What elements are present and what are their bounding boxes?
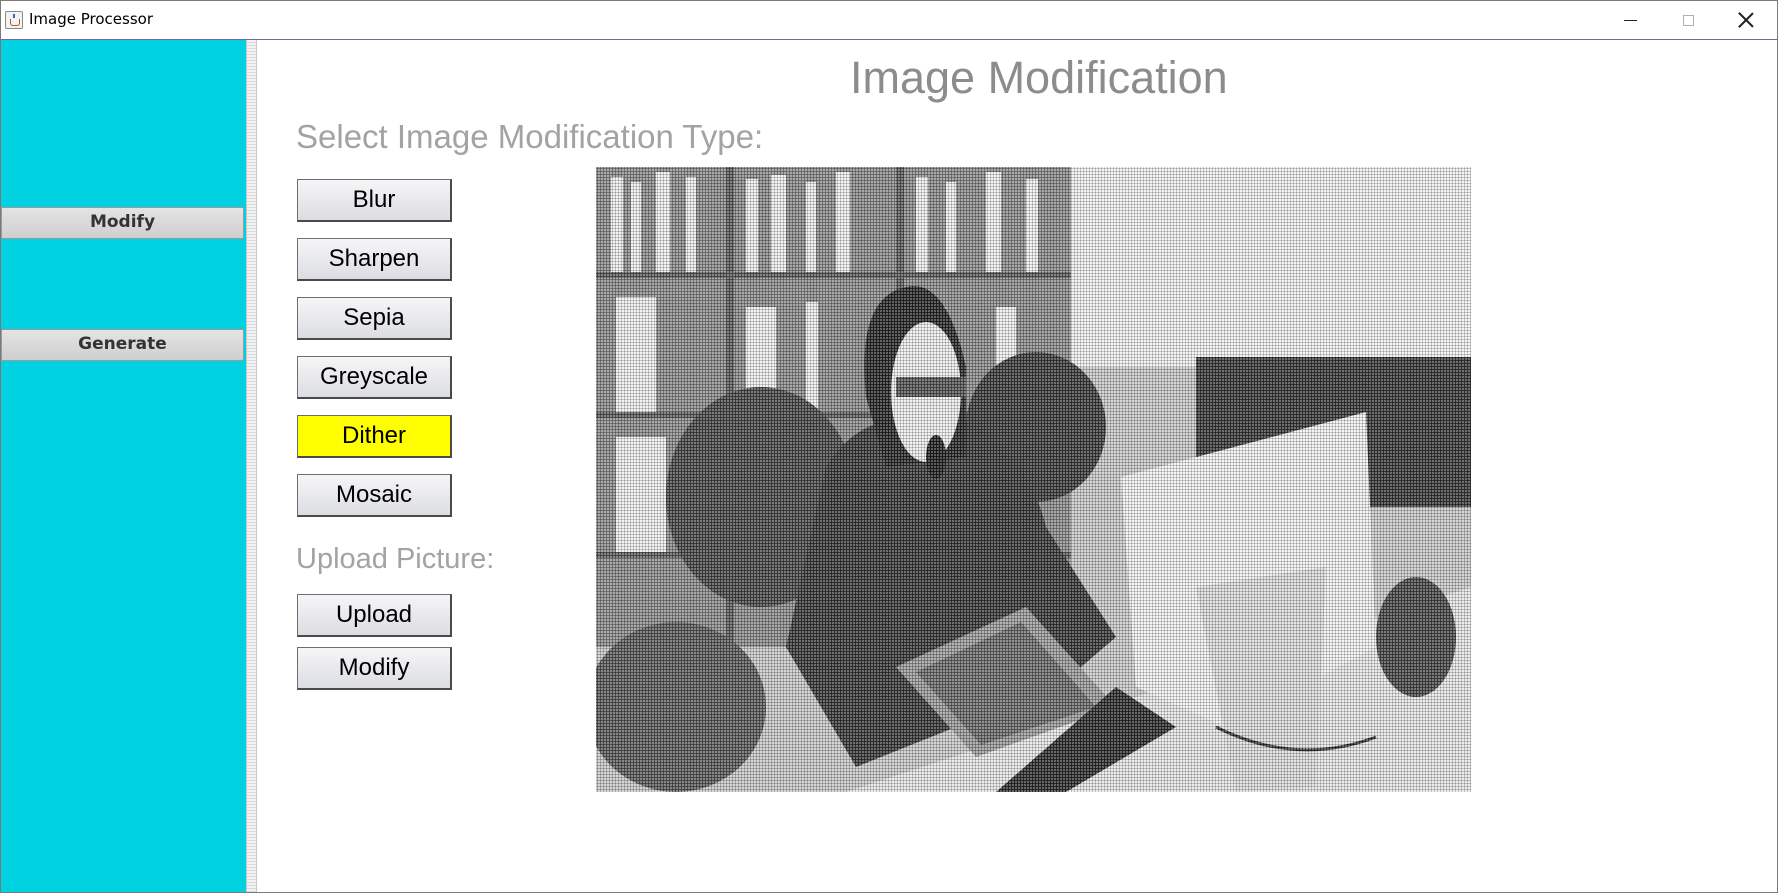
title-bar[interactable]: Image Processor	[1, 1, 1777, 40]
modify-upload-button[interactable]: Modify	[297, 647, 452, 690]
upload-button[interactable]: Upload	[297, 594, 452, 637]
dithered-photo	[596, 167, 1471, 792]
minimize-button[interactable]	[1601, 1, 1659, 39]
greyscale-button[interactable]: Greyscale	[297, 356, 452, 399]
java-app-icon	[5, 11, 23, 29]
sepia-button[interactable]: Sepia	[297, 297, 452, 340]
maximize-icon	[1682, 14, 1694, 26]
modification-type-label: Select Image Modification Type:	[296, 118, 764, 155]
upload-picture-label: Upload Picture:	[296, 543, 495, 575]
minimize-icon	[1623, 19, 1637, 21]
sidebar-item-generate[interactable]: Generate	[1, 329, 244, 361]
split-pane-divider[interactable]	[246, 40, 257, 892]
dither-button[interactable]: Dither	[297, 415, 452, 458]
sidebar: Modify Generate	[1, 40, 246, 892]
mosaic-button[interactable]: Mosaic	[297, 474, 452, 517]
blur-button[interactable]: Blur	[297, 179, 452, 222]
image-preview	[596, 167, 1471, 792]
page-title: Image Modification	[850, 52, 1228, 103]
close-button[interactable]	[1717, 1, 1775, 39]
close-icon	[1738, 12, 1754, 28]
app-window: Image Processor Modify Generate Image Mo…	[0, 0, 1778, 893]
maximize-button[interactable]	[1659, 1, 1717, 39]
main-panel: Image Modification Select Image Modifica…	[257, 40, 1777, 892]
sidebar-item-modify[interactable]: Modify	[1, 207, 244, 239]
window-title: Image Processor	[29, 10, 153, 28]
sharpen-button[interactable]: Sharpen	[297, 238, 452, 281]
